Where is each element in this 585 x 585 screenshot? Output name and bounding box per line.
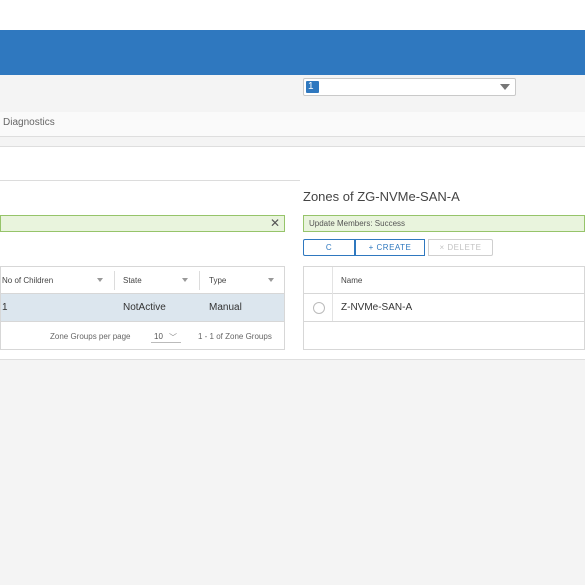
tab-diagnostics[interactable]: Diagnostics xyxy=(3,117,55,128)
close-icon[interactable]: ✕ xyxy=(270,216,280,231)
refresh-button[interactable]: C xyxy=(303,239,355,256)
col-header-children[interactable]: No of Children xyxy=(2,267,53,294)
per-page-select[interactable]: 10 ﹀ xyxy=(151,330,181,343)
table-row[interactable]: 1 NotActive Manual xyxy=(1,294,284,321)
col-header-state[interactable]: State xyxy=(123,267,142,294)
chevron-down-icon: ﹀ xyxy=(169,333,177,342)
per-page-label: Zone Groups per page xyxy=(50,332,131,341)
grid-footer: Zone Groups per page 10 ﹀ 1 - 1 of Zone … xyxy=(1,321,284,350)
filter-icon[interactable] xyxy=(268,278,274,282)
per-page-value: 10 xyxy=(154,332,163,341)
filter-icon[interactable] xyxy=(182,278,188,282)
divider xyxy=(0,180,300,181)
column-separator xyxy=(199,271,200,290)
pagination-range: 1 - 1 of Zone Groups xyxy=(198,332,272,341)
zones-title: Zones of ZG-NVMe-SAN-A xyxy=(303,189,460,204)
refresh-icon: C xyxy=(325,243,333,252)
tab-bar: Diagnostics xyxy=(0,112,585,137)
app-header xyxy=(0,30,585,75)
col-header-type[interactable]: Type xyxy=(209,267,226,294)
cell-state: NotActive xyxy=(123,302,166,313)
zone-groups-alert: ✕ xyxy=(0,215,285,232)
select-column-divider xyxy=(332,267,333,321)
chevron-down-icon[interactable] xyxy=(500,84,510,90)
fabric-select[interactable]: 1 xyxy=(303,78,516,96)
col-header-name[interactable]: Name xyxy=(341,267,362,294)
column-separator xyxy=(114,271,115,290)
cell-type: Manual xyxy=(209,302,242,313)
zones-alert: Update Members: Success xyxy=(303,215,585,232)
cell-zone-name[interactable]: Z-NVMe-SAN-A xyxy=(341,294,412,321)
row-divider xyxy=(304,321,584,322)
zone-groups-grid: No of Children State Type 1 NotActive Ma… xyxy=(0,266,285,350)
row-radio[interactable] xyxy=(313,302,325,314)
filter-icon[interactable] xyxy=(97,278,103,282)
zones-grid: Name Z-NVMe-SAN-A xyxy=(303,266,585,350)
cell-children: 1 xyxy=(2,302,8,313)
delete-button[interactable]: × DELETE xyxy=(428,239,493,256)
top-strip xyxy=(0,0,585,31)
create-button[interactable]: + CREATE xyxy=(355,239,425,256)
select-value: 1 xyxy=(306,81,319,93)
alert-text: Update Members: Success xyxy=(309,219,406,228)
